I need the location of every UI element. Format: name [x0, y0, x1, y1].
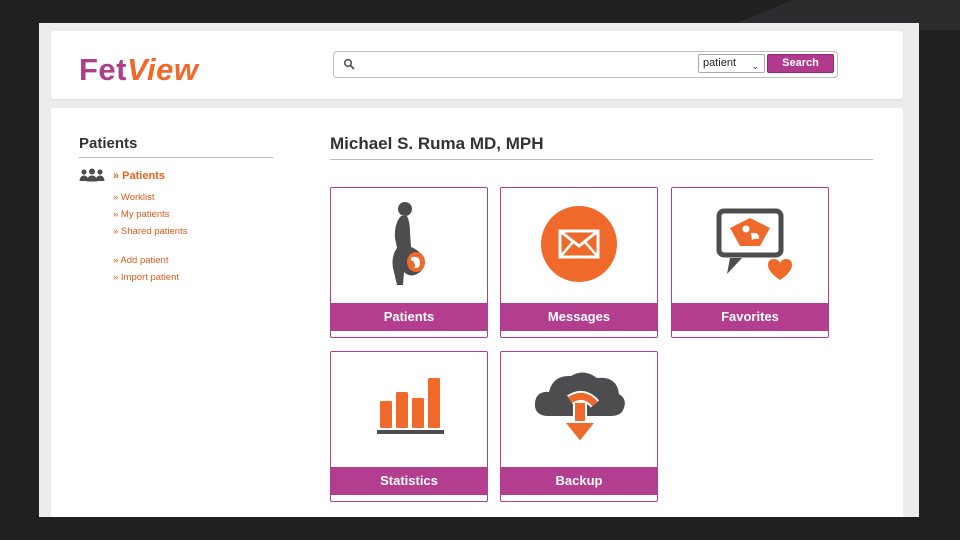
ultrasound-heart-icon [716, 208, 792, 280]
tile-favorites[interactable]: Favorites [671, 187, 829, 338]
fetview-logo[interactable]: FetView [79, 53, 199, 87]
people-group-icon [79, 168, 105, 182]
search-input[interactable] [362, 55, 691, 75]
search-button[interactable]: Search [767, 54, 834, 73]
tile-statistics[interactable]: Statistics [330, 351, 488, 502]
cloud-download-icon [534, 372, 625, 444]
sidebar-item-add-patient[interactable]: » Add patient [113, 255, 168, 266]
tile-messages[interactable]: Messages [500, 187, 658, 338]
app-screen: FetView patient ⌄ Search Patients » Pati [39, 23, 919, 517]
tile-patients[interactable]: Patients [330, 187, 488, 338]
sidebar-item-shared-patients[interactable]: » Shared patients [113, 226, 187, 237]
sidebar-item-my-patients[interactable]: » My patients [113, 209, 170, 220]
tile-label-favorites: Favorites [672, 303, 828, 331]
envelope-icon [541, 206, 617, 282]
sidebar-item-worklist[interactable]: » Worklist [113, 192, 155, 203]
sidebar-item-patients[interactable]: » Patients [113, 170, 165, 182]
logo-text-fet: Fet [79, 52, 127, 87]
tile-label-backup: Backup [501, 467, 657, 495]
logo-text-view: View [127, 52, 199, 87]
tile-label-patients: Patients [331, 303, 487, 331]
page-title: Michael S. Ruma MD, MPH [330, 134, 873, 160]
tile-label-messages: Messages [501, 303, 657, 331]
tile-backup[interactable]: Backup [500, 351, 658, 502]
bar-chart-icon [377, 378, 444, 434]
sidebar-title: Patients [79, 135, 273, 158]
pregnant-woman-icon [392, 202, 425, 285]
top-header: FetView patient ⌄ Search [51, 31, 903, 99]
chevron-down-icon: ⌄ [751, 61, 759, 71]
sidebar-item-import-patient[interactable]: » Import patient [113, 272, 179, 283]
search-scope-select[interactable]: patient ⌄ [698, 54, 765, 73]
search-scope-value: patient [703, 57, 737, 69]
search-icon [343, 58, 355, 70]
main-content: Patients » Patients » Worklist » My pati… [51, 108, 903, 517]
search-bar: patient ⌄ Search [333, 51, 838, 78]
tile-label-statistics: Statistics [331, 467, 487, 495]
